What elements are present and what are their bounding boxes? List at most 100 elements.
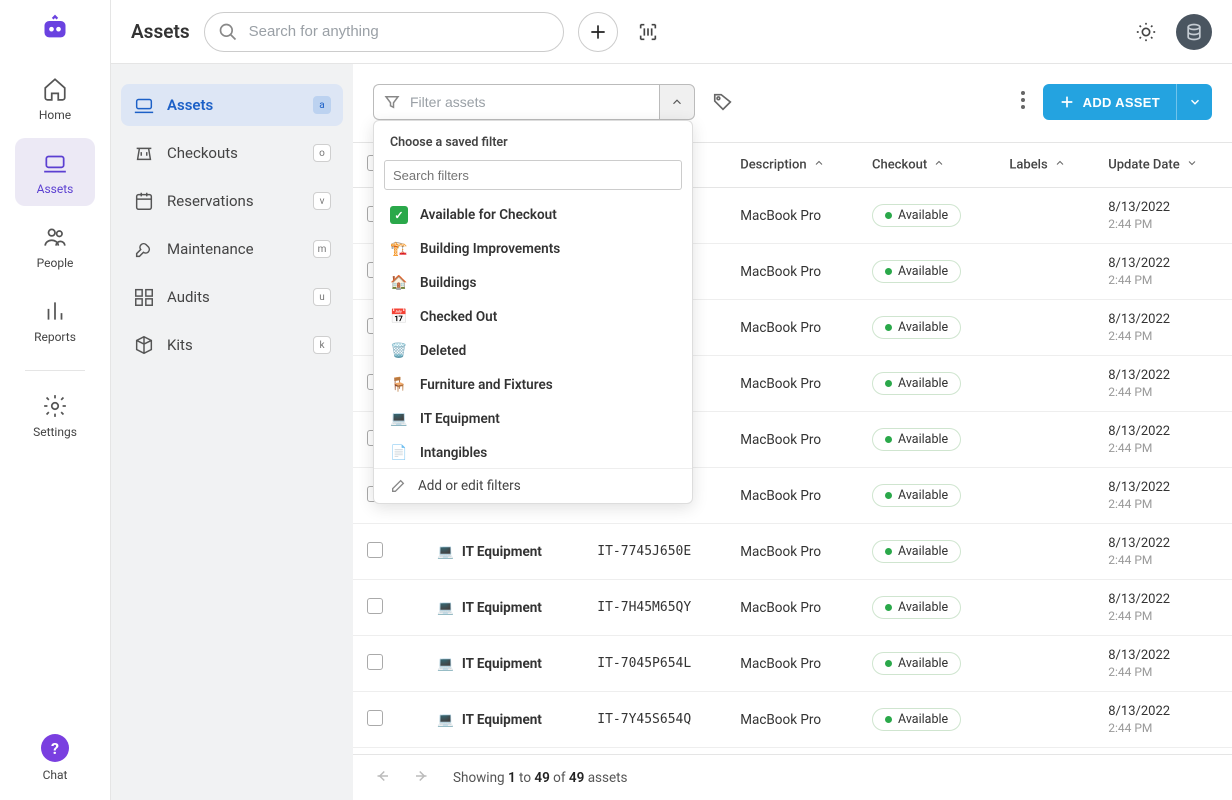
table-row[interactable]: 💻IT EquipmentIT-7H45M65QYMacBook ProAvai…	[353, 580, 1232, 636]
rail-divider	[25, 370, 85, 371]
pager-summary: Showing 1 to 49 of 49 assets	[453, 770, 628, 786]
description-cell: MacBook Pro	[726, 412, 858, 468]
nav-reports[interactable]: Reports	[15, 286, 95, 354]
col-checkout[interactable]: Checkout	[858, 143, 995, 188]
status-badge: Available	[872, 484, 961, 507]
table-row[interactable]: 💻IT EquipmentIT-7745J650EMacBook ProAvai…	[353, 524, 1232, 580]
col-description[interactable]: Description	[726, 143, 858, 188]
filter-add-edit[interactable]: Add or edit filters	[374, 468, 692, 503]
status-label: Available	[898, 432, 948, 447]
col-labels[interactable]: Labels	[995, 143, 1094, 188]
asset-tag-cell: IT-7H45M65QY	[583, 580, 726, 636]
sublist-sidebar: Assets a Checkouts o Reservations v Main…	[111, 64, 353, 800]
pager-next[interactable]	[413, 767, 431, 789]
checkouts-icon	[133, 142, 155, 164]
filter-option[interactable]: 📅Checked Out	[374, 300, 692, 334]
left-rail: Home Assets People Reports Settings ? Ch…	[0, 0, 111, 800]
status-badge: Available	[872, 428, 961, 451]
barcode-button[interactable]	[632, 16, 664, 48]
filter-assets-input[interactable]	[373, 84, 659, 120]
pager-prev[interactable]	[373, 767, 391, 789]
status-dot-icon	[885, 716, 892, 723]
sublist-checkouts[interactable]: Checkouts o	[121, 132, 343, 174]
description-cell: MacBook Pro	[726, 244, 858, 300]
filter-option[interactable]: 🏠Buildings	[374, 266, 692, 300]
nav-home-label: Home	[39, 108, 71, 122]
status-label: Available	[898, 320, 948, 335]
page-title: Assets	[131, 20, 190, 43]
more-actions-button[interactable]	[1015, 85, 1031, 119]
labels-cell	[995, 524, 1094, 580]
add-asset-label: ADD ASSET	[1083, 95, 1160, 110]
category-label: IT Equipment	[462, 544, 542, 560]
sublist-assets[interactable]: Assets a	[121, 84, 343, 126]
update-date-cell: 8/13/20222:44 PM	[1094, 244, 1232, 300]
filter-option[interactable]: ✓Available for Checkout	[374, 198, 692, 232]
theme-toggle[interactable]	[1130, 16, 1162, 48]
nav-assets[interactable]: Assets	[15, 138, 95, 206]
toolbar: ADD ASSET Choose a saved filter ✓Availab…	[353, 64, 1232, 142]
category-label: IT Equipment	[462, 600, 542, 616]
nav-home[interactable]: Home	[15, 64, 95, 132]
update-date-cell: 8/13/20222:44 PM	[1094, 692, 1232, 748]
kits-icon	[133, 334, 155, 356]
filter-option-label: Intangibles	[420, 445, 487, 461]
filter-option-label: Building Improvements	[420, 241, 560, 257]
category-cell: 💻IT Equipment	[411, 656, 569, 672]
nav-chat[interactable]: ? Chat	[41, 734, 69, 782]
filter-dropdown: Choose a saved filter ✓Available for Che…	[373, 120, 693, 504]
filter-dropdown-toggle[interactable]	[659, 84, 695, 120]
add-asset-button[interactable]: ADD ASSET	[1043, 84, 1176, 120]
filter-search-input[interactable]	[384, 160, 682, 190]
chevron-up-icon	[1054, 157, 1066, 169]
col-update-date[interactable]: Update Date	[1094, 143, 1232, 188]
maintenance-icon	[133, 238, 155, 260]
row-checkbox[interactable]	[367, 654, 383, 670]
update-date-cell: 8/13/20222:44 PM	[1094, 468, 1232, 524]
sublist-reservations[interactable]: Reservations v	[121, 180, 343, 222]
nav-settings[interactable]: Settings	[15, 381, 95, 449]
row-checkbox[interactable]	[367, 542, 383, 558]
sublist-audits[interactable]: Audits u	[121, 276, 343, 318]
table-row[interactable]: 💻IT EquipmentIT-7Y45S654QMacBook ProAvai…	[353, 692, 1232, 748]
add-asset-dropdown[interactable]	[1176, 84, 1212, 120]
status-label: Available	[898, 712, 948, 727]
filter-option[interactable]: 📄Intangibles	[374, 436, 692, 468]
sublist-kits[interactable]: Kits k	[121, 324, 343, 366]
status-label: Available	[898, 488, 948, 503]
filter-option[interactable]: 💻IT Equipment	[374, 402, 692, 436]
status-dot-icon	[885, 380, 892, 387]
add-button-round[interactable]	[578, 12, 618, 52]
update-date-cell: 8/13/20222:44 PM	[1094, 412, 1232, 468]
gear-icon	[42, 393, 68, 419]
description-cell: MacBook Pro	[726, 692, 858, 748]
nav-settings-label: Settings	[33, 425, 77, 439]
reservations-icon	[133, 190, 155, 212]
sun-icon	[1135, 21, 1157, 43]
user-avatar[interactable]	[1176, 14, 1212, 50]
tags-button[interactable]	[707, 86, 739, 118]
filter-option[interactable]: 🗑️Deleted	[374, 334, 692, 368]
global-search-input[interactable]	[204, 12, 564, 52]
status-badge: Available	[872, 596, 961, 619]
row-checkbox[interactable]	[367, 710, 383, 726]
reports-icon	[42, 298, 68, 324]
status-dot-icon	[885, 268, 892, 275]
update-date-cell: 8/13/20222:44 PM	[1094, 636, 1232, 692]
description-cell: MacBook Pro	[726, 300, 858, 356]
labels-cell	[995, 692, 1094, 748]
sublist-assets-label: Assets	[167, 96, 313, 114]
sublist-maintenance[interactable]: Maintenance m	[121, 228, 343, 270]
row-checkbox[interactable]	[367, 598, 383, 614]
status-badge: Available	[872, 316, 961, 339]
chevron-up-icon	[933, 157, 945, 169]
update-date-cell: 8/13/20222:44 PM	[1094, 356, 1232, 412]
filter-option-label: Checked Out	[420, 309, 497, 325]
table-row[interactable]: 💻IT EquipmentIT-7045P654LMacBook ProAvai…	[353, 636, 1232, 692]
pencil-icon	[390, 478, 406, 494]
filter-option[interactable]: 🏗️Building Improvements	[374, 232, 692, 266]
filter-option[interactable]: 🪑Furniture and Fixtures	[374, 368, 692, 402]
status-dot-icon	[885, 324, 892, 331]
chevron-down-icon	[1186, 157, 1198, 169]
nav-people[interactable]: People	[15, 212, 95, 280]
